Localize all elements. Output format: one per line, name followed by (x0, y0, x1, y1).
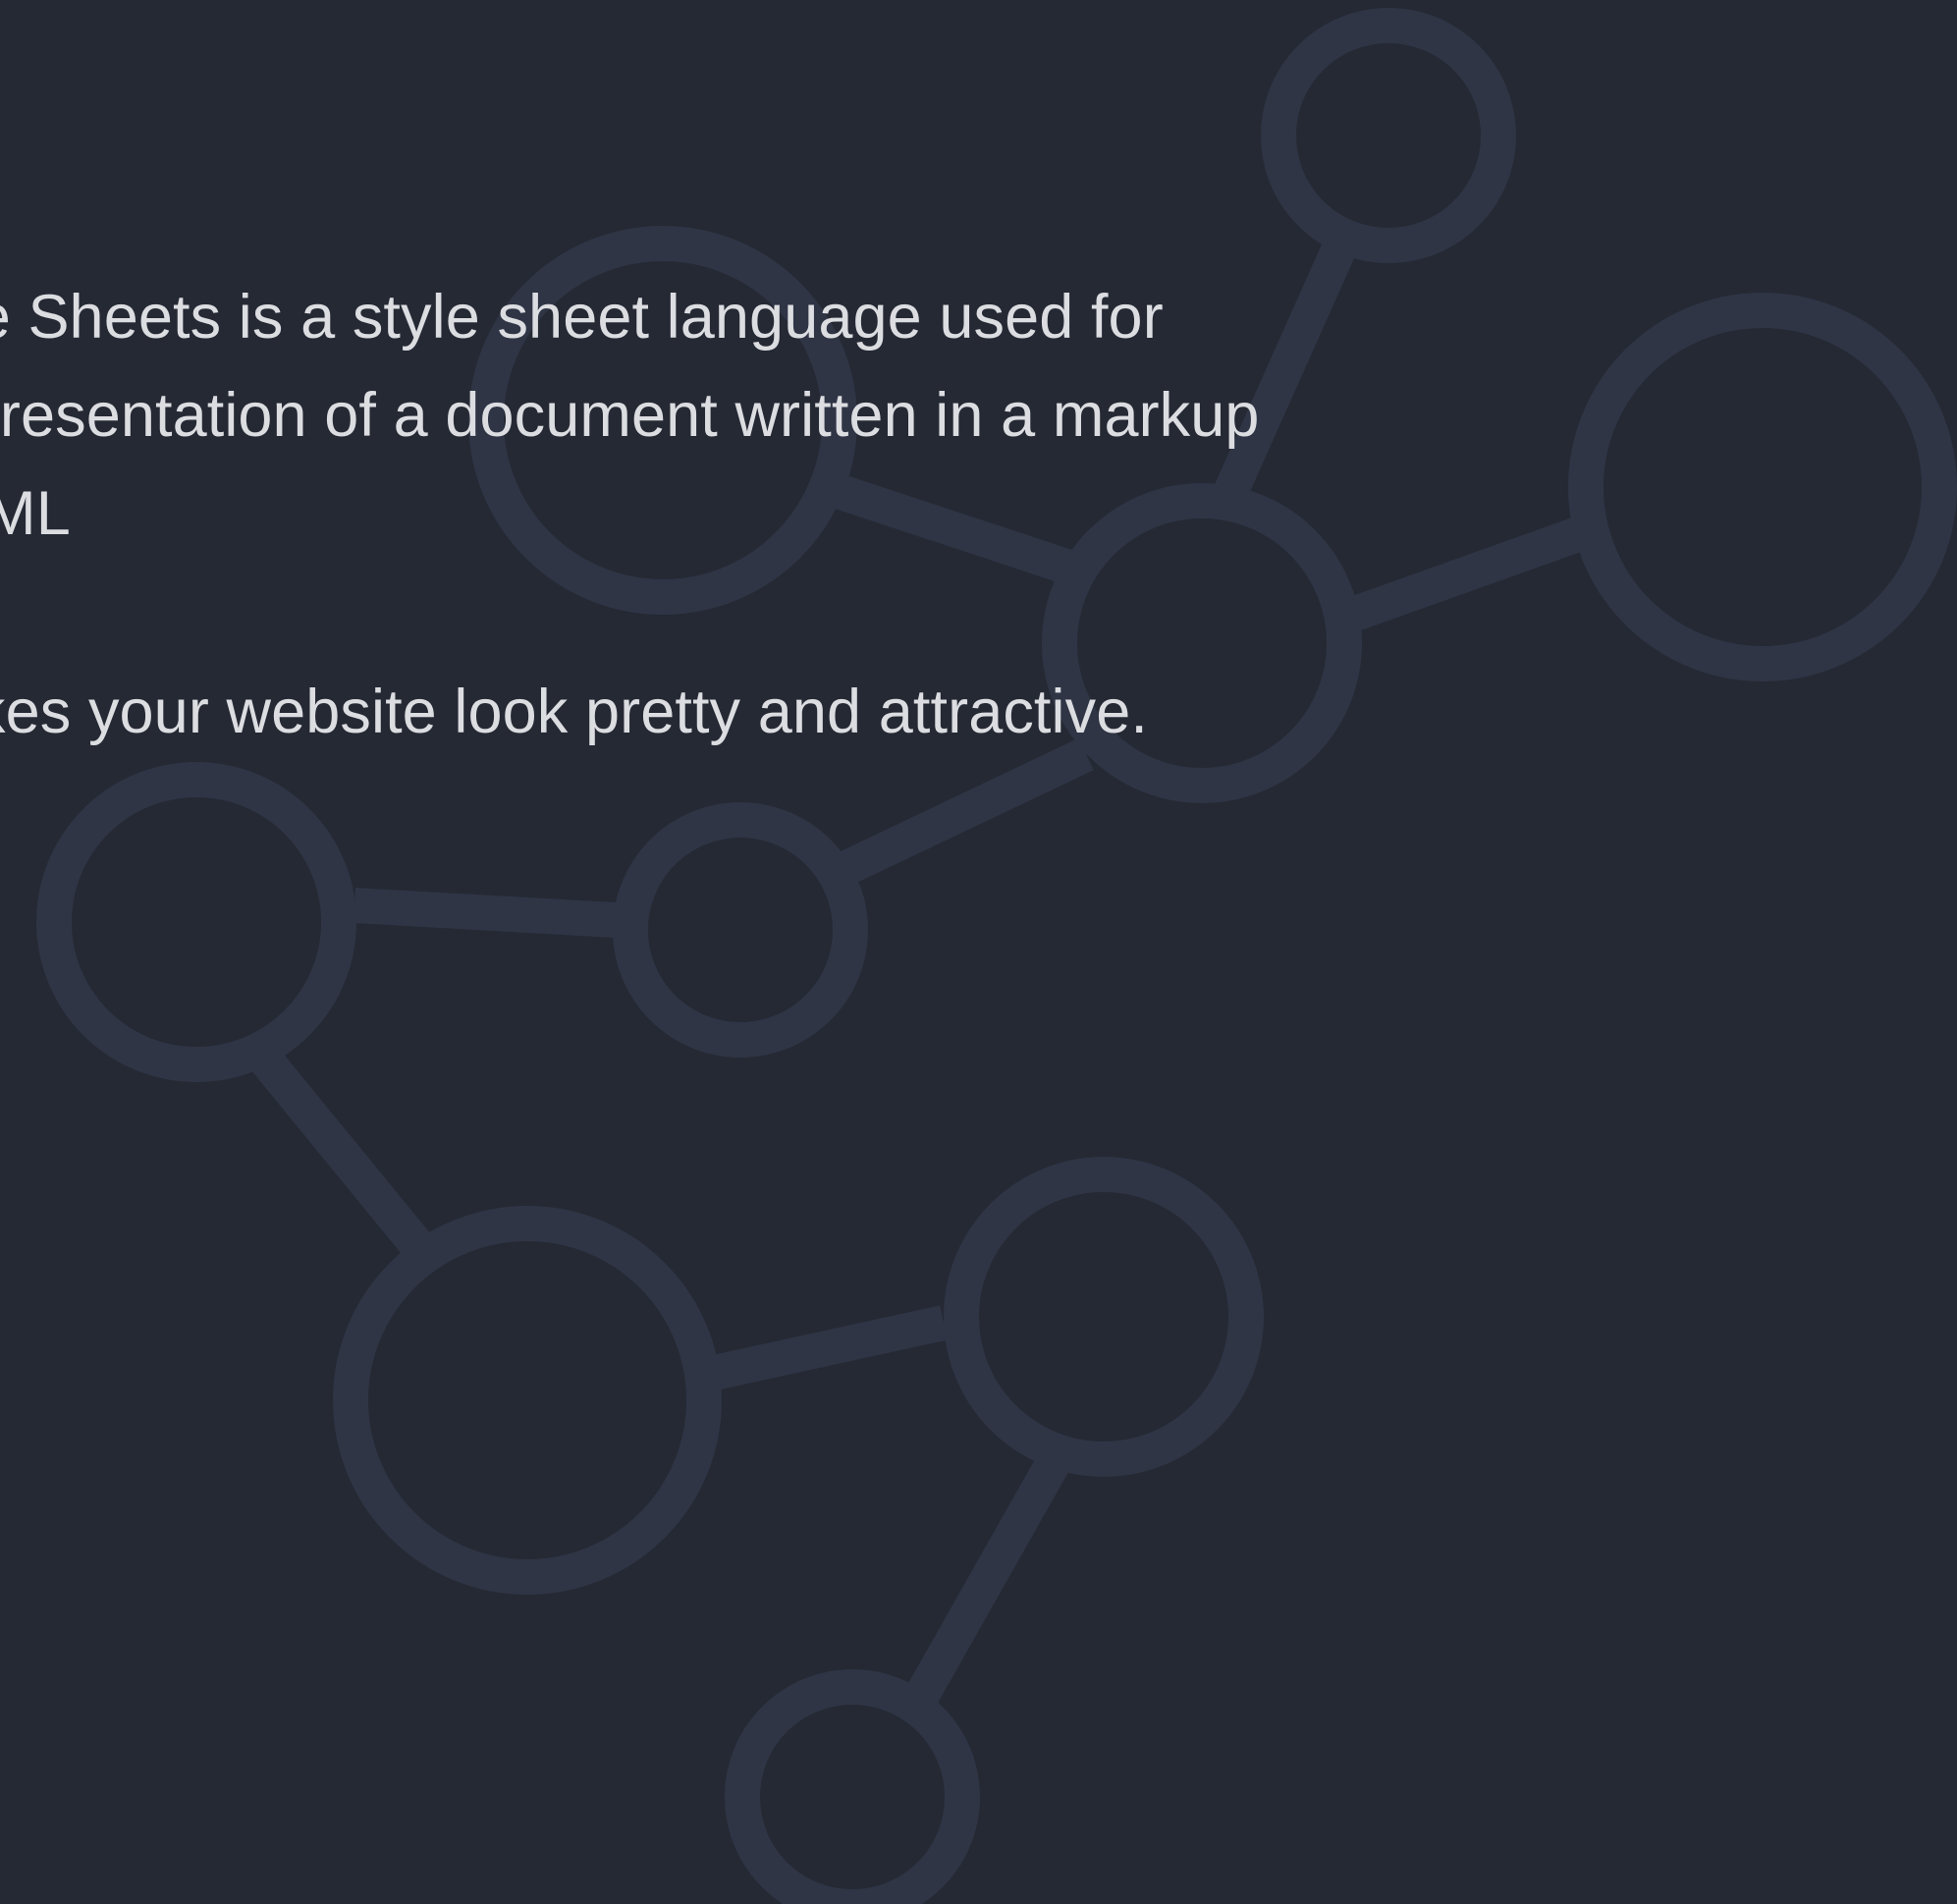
description-line-2: e presentation of a document written in … (0, 381, 1260, 450)
description-line-1: yle Sheets is a style sheet language use… (0, 283, 1164, 352)
description-line-4: kes your website look pretty and attract… (0, 678, 1148, 746)
css-description-text: yle Sheets is a style sheet language use… (0, 0, 1957, 1904)
description-line-3: HTML (0, 479, 71, 548)
page-canvas: yle Sheets is a style sheet language use… (0, 0, 1957, 1904)
